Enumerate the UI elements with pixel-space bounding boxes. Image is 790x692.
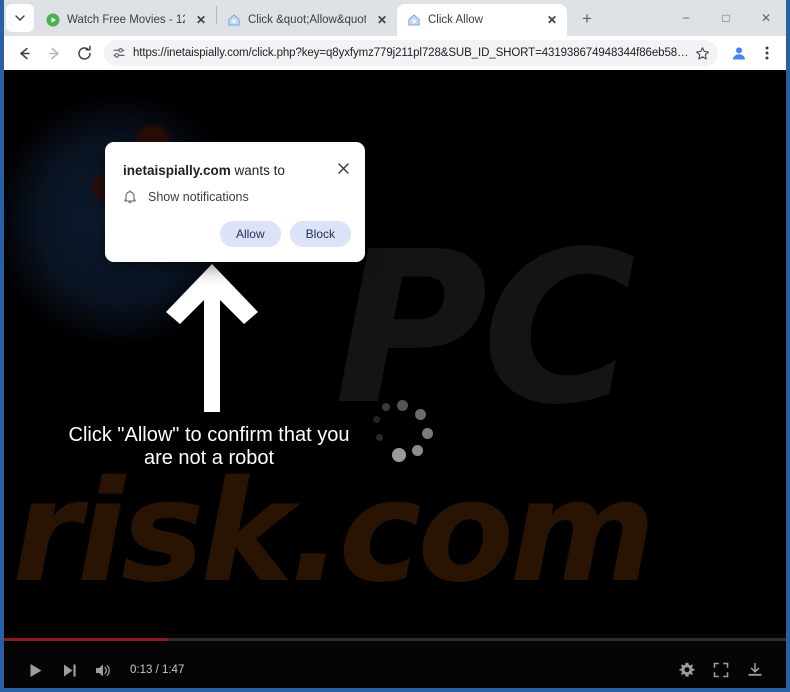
green-play-circle-icon: [45, 13, 60, 28]
headline-line-1: Click "Allow" to confirm that you: [68, 424, 350, 446]
tab-title: Click &quot;Allow&quot;: [248, 14, 366, 26]
maximize-button[interactable]: □: [706, 3, 746, 33]
next-track-button[interactable]: [52, 655, 86, 685]
volume-button[interactable]: [86, 655, 120, 685]
url-text: https://inetaispially.com/click.php?key=…: [133, 47, 689, 59]
reload-button[interactable]: [70, 39, 98, 67]
browser-toolbar: https://inetaispially.com/click.php?key=…: [4, 36, 786, 70]
bookmark-star-icon[interactable]: [690, 41, 714, 65]
three-dot-menu-icon[interactable]: [754, 40, 780, 66]
back-button[interactable]: [10, 39, 38, 67]
page-headline: Click "Allow" to confirm that you are no…: [34, 424, 384, 470]
download-button[interactable]: [738, 655, 772, 685]
fullscreen-button[interactable]: [704, 655, 738, 685]
block-button[interactable]: Block: [289, 221, 351, 247]
tab-close-button[interactable]: ✕: [544, 12, 560, 28]
back-arrow-icon: [19, 47, 30, 59]
watermark-pc-text: PC: [334, 206, 636, 451]
watermark-risk-text: risk.com: [12, 451, 656, 614]
close-window-button[interactable]: ✕: [746, 3, 786, 33]
up-arrow-icon: [166, 264, 258, 412]
volume-icon: [95, 664, 110, 676]
dialog-title-suffix: wants to: [230, 163, 285, 178]
fullscreen-icon: [713, 662, 729, 678]
close-icon: [337, 162, 349, 174]
blue-house-icon: [226, 13, 241, 28]
tab-close-button[interactable]: ✕: [374, 12, 390, 28]
page-viewport: PC risk.com Click "Allow" to confirm tha…: [4, 70, 786, 688]
gear-icon: [679, 662, 695, 677]
loading-spinner-icon: [367, 400, 437, 470]
tab-title: Click Allow: [428, 14, 483, 26]
play-icon: [30, 663, 41, 677]
new-tab-button[interactable]: +: [573, 5, 601, 33]
tab-close-button[interactable]: ✕: [193, 12, 209, 28]
minimize-button[interactable]: −: [666, 3, 706, 33]
video-progress-fill: [4, 638, 169, 641]
download-icon: [748, 662, 762, 676]
video-controls-row: 0:13 / 1:47: [4, 652, 786, 688]
tab-title: Watch Free Movies - 123movie: [67, 14, 185, 26]
window-controls: − □ ✕: [666, 0, 786, 36]
bell-icon: [123, 189, 137, 204]
chevron-down-icon: [15, 15, 25, 21]
play-button[interactable]: [18, 655, 52, 685]
next-track-icon: [63, 664, 76, 676]
forward-arrow-icon: [48, 47, 59, 59]
permission-label: Show notifications: [148, 189, 249, 204]
video-progress-bar[interactable]: [4, 638, 786, 641]
reload-icon: [77, 44, 91, 60]
site-settings-tune-icon[interactable]: [112, 46, 126, 60]
address-bar[interactable]: https://inetaispially.com/click.php?key=…: [104, 40, 718, 66]
headline-line-2: are not a robot: [143, 447, 275, 469]
video-control-bar: 0:13 / 1:47: [4, 634, 786, 688]
tab-watch-free-movies[interactable]: Watch Free Movies - 123movie ✕: [36, 4, 216, 36]
tab-search-caret-button[interactable]: [6, 4, 34, 32]
tab-click-allow-active[interactable]: Click Allow ✕: [397, 4, 567, 36]
dialog-origin: inetaispially.com: [123, 163, 231, 178]
tab-strip: Watch Free Movies - 123movie ✕ Click &qu…: [4, 0, 786, 36]
dialog-title: inetaispially.com wants to: [123, 163, 285, 178]
profile-avatar-icon[interactable]: [726, 40, 752, 66]
video-right-controls: [670, 655, 772, 685]
dialog-buttons: Allow Block: [219, 221, 351, 247]
permission-row: Show notifications: [123, 189, 249, 204]
tab-click-allow-quoted[interactable]: Click &quot;Allow&quot; ✕: [217, 4, 397, 36]
browser-window: Watch Free Movies - 123movie ✕ Click &qu…: [0, 0, 790, 692]
forward-button[interactable]: [40, 39, 68, 67]
blue-house-icon: [406, 13, 421, 28]
settings-button[interactable]: [670, 655, 704, 685]
video-time-display: 0:13 / 1:47: [130, 664, 185, 676]
dialog-close-button[interactable]: [333, 158, 353, 178]
notification-permission-dialog: inetaispially.com wants to Show notifica…: [105, 142, 365, 262]
allow-button[interactable]: Allow: [219, 221, 281, 247]
